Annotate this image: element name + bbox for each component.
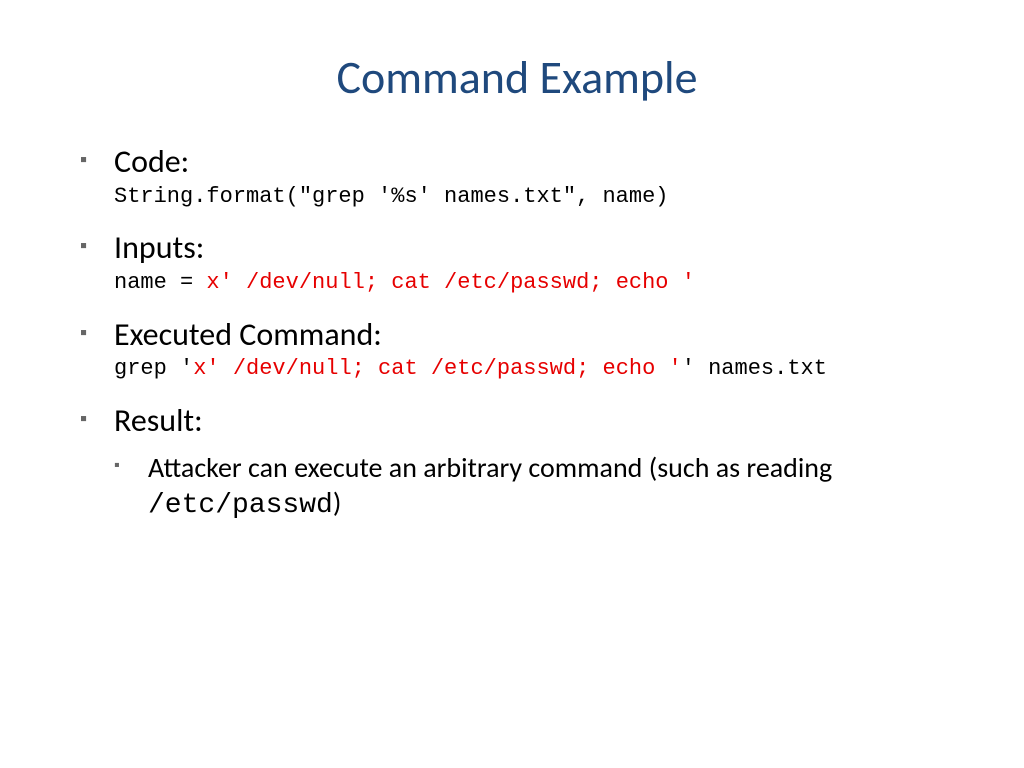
bullet-inputs: Inputs: name = x' /dev/null; cat /etc/pa… xyxy=(80,230,954,296)
executed-before: grep ' xyxy=(114,356,193,381)
inputs-red: x' /dev/null; cat /etc/passwd; echo ' xyxy=(206,270,694,295)
inputs-heading: Inputs: xyxy=(114,230,954,267)
result-sub-item: Attacker can execute an arbitrary comman… xyxy=(114,450,954,523)
result-text: Attacker can execute an arbitrary comman… xyxy=(148,450,954,523)
executed-line: grep 'x' /dev/null; cat /etc/passwd; ech… xyxy=(114,355,954,383)
bullet-code: Code: String.format("grep '%s' names.txt… xyxy=(80,144,954,210)
code-line: String.format("grep '%s' names.txt", nam… xyxy=(114,183,954,211)
bullet-list: Code: String.format("grep '%s' names.txt… xyxy=(80,144,954,523)
slide: Command Example Code: String.format("gre… xyxy=(0,0,1024,768)
result-before: Attacker can execute an arbitrary comman… xyxy=(148,450,832,485)
code-heading: Code: xyxy=(114,144,954,181)
result-sublist: Attacker can execute an arbitrary comman… xyxy=(114,450,954,523)
result-mono: /etc/passwd xyxy=(148,490,333,521)
bullet-executed: Executed Command: grep 'x' /dev/null; ca… xyxy=(80,317,954,383)
inputs-prefix: name = xyxy=(114,270,206,295)
result-after: ) xyxy=(333,485,342,520)
result-heading: Result: xyxy=(114,403,954,440)
executed-after: ' names.txt xyxy=(682,356,827,381)
bullet-result: Result: Attacker can execute an arbitrar… xyxy=(80,403,954,523)
executed-heading: Executed Command: xyxy=(114,317,954,354)
executed-red: x' /dev/null; cat /etc/passwd; echo ' xyxy=(193,356,681,381)
slide-title: Command Example xyxy=(80,50,954,106)
inputs-line: name = x' /dev/null; cat /etc/passwd; ec… xyxy=(114,269,954,297)
